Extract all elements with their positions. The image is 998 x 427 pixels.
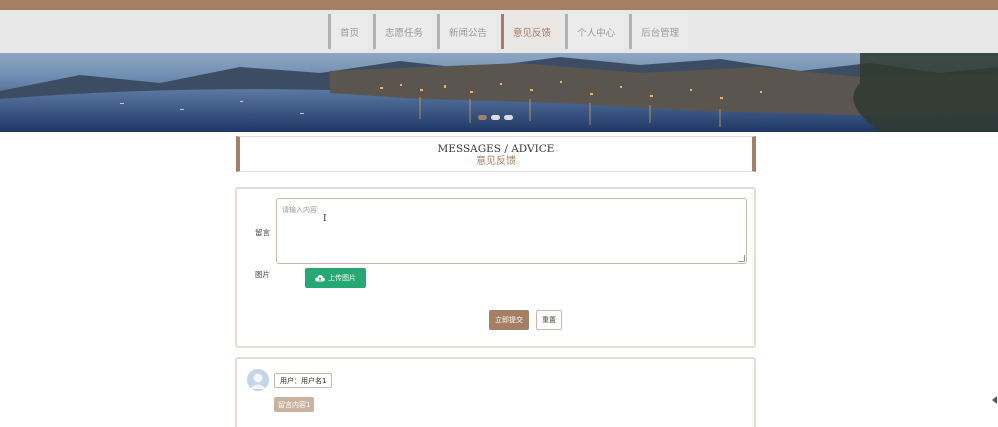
image-label: 图片 [255, 270, 270, 279]
avatar [247, 369, 269, 391]
nav-item-admin[interactable]: 后台管理 [629, 14, 689, 49]
text-cursor-icon: I [323, 214, 327, 224]
carousel-dot[interactable] [504, 115, 513, 120]
nav-item-news[interactable]: 新闻公告 [437, 14, 497, 49]
resize-handle-icon[interactable] [738, 255, 745, 262]
message-label: 留言 [255, 228, 270, 237]
carousel-dot[interactable] [491, 115, 500, 120]
carousel-indicators [478, 115, 513, 120]
upload-image-label: 上传图片 [328, 274, 356, 282]
section-title-cn: 意见反馈 [476, 156, 516, 167]
nav-item-personal-center[interactable]: 个人中心 [565, 14, 625, 49]
nav-item-home[interactable]: 首页 [328, 14, 369, 49]
section-title: MESSAGES / ADVICE 意见反馈 [236, 136, 756, 172]
submit-button[interactable]: 立即提交 [489, 310, 529, 330]
upload-image-button[interactable]: 上传图片 [305, 268, 366, 288]
top-accent-bar [0, 0, 998, 10]
banner-carousel [0, 53, 998, 132]
banner-image [0, 53, 998, 132]
message-list: 用户：用户名1 留言内容1 [235, 357, 756, 427]
carousel-dot[interactable] [478, 115, 487, 120]
message-placeholder: 请输入内容 [282, 206, 317, 214]
section-title-en: MESSAGES / ADVICE [437, 143, 555, 155]
feedback-form: 留言 请输入内容 I 图片 上传图片 立即提交 重置 [235, 187, 756, 348]
cloud-upload-icon [315, 274, 325, 282]
nav-item-feedback[interactable]: 意见反馈 [501, 14, 561, 49]
message-user: 用户：用户名1 [274, 373, 333, 388]
message-textarea[interactable]: 请输入内容 [276, 198, 747, 264]
user-avatar-icon [247, 369, 269, 391]
nav-item-volunteer-tasks[interactable]: 志愿任务 [373, 14, 433, 49]
chevron-left-icon[interactable] [992, 396, 997, 404]
message-content: 留言内容1 [274, 397, 315, 412]
reset-button[interactable]: 重置 [536, 310, 562, 330]
main-navigation: 首页 志愿任务 新闻公告 意见反馈 个人中心 后台管理 [0, 10, 998, 54]
